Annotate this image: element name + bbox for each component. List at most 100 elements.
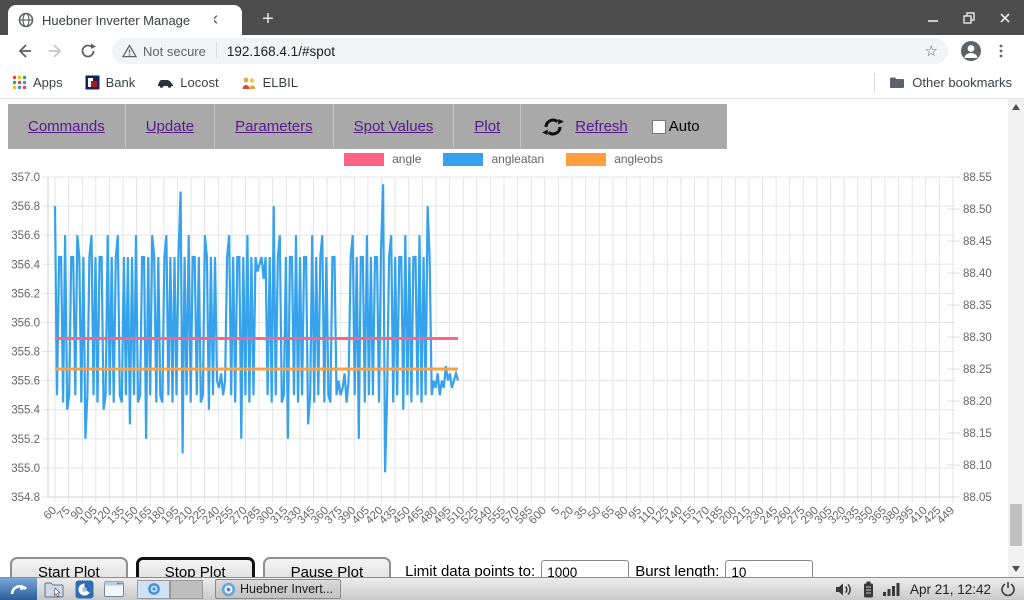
address-bar[interactable]: Not secure 192.168.4.1/#spot ☆ [112,38,948,64]
right-axis-tick-label: 88.20 [963,396,992,408]
auto-label: Auto [669,118,700,135]
nav-commands[interactable]: Commands [8,104,126,149]
terminal-launcher-icon[interactable] [101,579,127,599]
bookmark-bank[interactable]: Bank [85,75,136,90]
tab-title: Huebner Inverter Manage [42,13,202,28]
nav-plot[interactable]: Plot [454,104,521,149]
browser-tab[interactable]: Huebner Inverter Manage ✕ [8,5,242,35]
right-axis-tick-label: 88.15 [963,428,992,440]
left-axis-tick-label: 356.4 [11,259,40,271]
update-link[interactable]: Update [146,118,194,135]
legend-item-angleobs[interactable]: angleobs [566,152,663,166]
bookmark-elbil[interactable]: ELBIL [241,75,298,90]
right-axis-tick-label: 88.35 [963,300,992,312]
left-axis-tick-label: 354.8 [11,492,40,504]
window-restore-button[interactable] [958,7,980,29]
distro-logo-icon [8,580,30,598]
refresh-link[interactable]: Refresh [575,118,628,135]
window-minimize-button[interactable] [922,7,944,29]
page-content: Commands Update Parameters Spot Values P… [0,99,1024,577]
bank-favicon-icon [85,75,100,90]
limit-label: Limit data points to: [405,563,535,577]
nav-spot-values[interactable]: Spot Values [334,104,455,149]
bookmarks-bar: Apps Bank Locost ELBIL Other bookmarks [0,67,1024,99]
right-axis-tick-label: 88.10 [963,460,992,472]
scrollbar-up-icon[interactable] [1008,99,1024,115]
refresh-icon[interactable] [541,115,565,139]
pause-plot-button[interactable]: Pause Plot [263,557,392,577]
scrollbar-thumb[interactable] [1010,504,1022,546]
right-axis-tick-label: 88.25 [963,364,992,376]
power-icon[interactable] [1000,581,1016,597]
desktop-pager[interactable] [137,580,203,599]
legend-item-angle[interactable]: angle [344,152,421,166]
bookmark-star-icon[interactable]: ☆ [925,42,938,60]
pager-desktop-1[interactable] [137,580,170,599]
scrollbar-down-icon[interactable] [1008,561,1024,577]
nav-parameters[interactable]: Parameters [215,104,334,149]
auto-checkbox[interactable] [652,120,666,134]
chart-legend: angle angleatan angleobs [0,152,1007,166]
browser-launcher-icon[interactable] [71,579,97,599]
bookmark-label: Apps [33,75,63,90]
bookmark-label: Bank [106,75,136,90]
reload-icon[interactable] [75,38,101,64]
parameters-link[interactable]: Parameters [235,118,313,135]
bookmark-apps[interactable]: Apps [12,75,63,90]
file-manager-icon[interactable] [41,579,67,599]
other-bookmarks-label: Other bookmarks [912,75,1012,90]
commands-link[interactable]: Commands [28,118,105,135]
left-axis-tick-label: 356.2 [11,288,40,300]
stop-plot-button[interactable]: Stop Plot [136,557,255,577]
legend-item-angleatan[interactable]: angleatan [443,152,544,166]
left-axis-tick-label: 355.0 [11,463,40,475]
tab-title-fade [188,10,214,30]
pager-desktop-2[interactable] [170,580,203,599]
nav-update[interactable]: Update [126,104,215,149]
chromium-task-icon [221,582,236,597]
profile-avatar-icon[interactable] [958,38,984,64]
left-axis-tick-label: 355.4 [11,405,40,417]
left-axis-tick-label: 357.0 [11,172,40,184]
start-plot-button[interactable]: Start Plot [10,557,128,577]
browser-menu-icon[interactable] [988,38,1014,64]
plot-link[interactable]: Plot [474,118,500,135]
right-axis-tick-label: 88.45 [963,236,992,248]
legend-label: angleatan [491,152,544,166]
car-favicon-icon [157,76,174,89]
taskbar-clock[interactable]: Apr 21, 12:42 [910,582,991,597]
site-nav-bar: Commands Update Parameters Spot Values P… [8,104,727,149]
left-axis-tick-label: 356.6 [11,230,40,242]
right-axis-tick-label: 88.40 [963,268,992,280]
security-label: Not secure [143,44,206,59]
not-secure-warning-icon [122,44,137,58]
x-axis-tick-label: 449 [935,505,957,527]
spot-values-link[interactable]: Spot Values [354,118,434,135]
back-icon[interactable] [11,38,37,64]
volume-icon[interactable] [835,582,854,597]
left-axis-tick-label: 355.2 [11,434,40,446]
burst-input[interactable] [725,560,813,577]
start-menu-button[interactable] [0,578,37,600]
left-axis-tick-label: 356.0 [11,317,40,329]
right-axis-tick-label: 88.05 [963,492,992,504]
system-taskbar: Huebner Invert... Apr 21, 12:42 [0,577,1024,600]
url-text[interactable]: 192.168.4.1/#spot [227,44,925,59]
window-close-button[interactable] [994,7,1016,29]
x-axis-tick-label: 600 [527,505,549,527]
globe-favicon-icon [18,12,34,28]
limit-input[interactable] [541,560,629,577]
new-tab-button[interactable]: + [256,8,280,32]
right-axis-tick-label: 88.55 [963,172,992,184]
forward-icon[interactable] [43,38,69,64]
battery-icon[interactable] [863,581,874,598]
other-bookmarks[interactable]: Other bookmarks [874,73,1012,93]
bookmark-locost[interactable]: Locost [157,75,218,90]
taskbar-window-button[interactable]: Huebner Invert... [215,579,341,599]
legend-swatch-angleobs [566,153,606,166]
right-axis-tick-label: 88.30 [963,332,992,344]
page-scrollbar[interactable] [1008,99,1024,577]
network-signal-icon[interactable] [883,582,901,596]
burst-label: Burst length: [635,563,719,577]
left-axis-tick-label: 355.8 [11,347,40,359]
